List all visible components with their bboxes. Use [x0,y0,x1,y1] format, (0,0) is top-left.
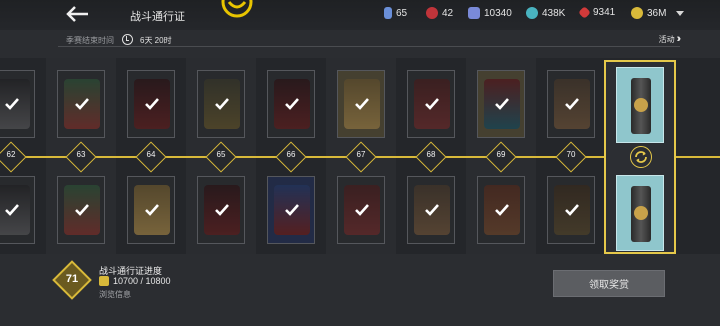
currency-value: 438K [542,7,566,19]
checkmark-icon [565,98,579,110]
red-token-icon [426,7,438,19]
current-level-column[interactable] [604,60,676,254]
reward-card[interactable] [337,176,385,244]
level-label: 64 [146,150,156,159]
checkmark-icon [5,98,19,110]
ticket-icon [468,7,480,19]
checkmark-icon [285,204,299,216]
level-label: 66 [286,150,296,159]
gold-coin-icon [631,7,643,19]
level-label: 65 [216,150,226,159]
canister-icon [631,186,651,242]
checkmark-icon [75,98,89,110]
currency-value: 42 [442,7,454,19]
cycle-icon [630,146,652,168]
currency-value: 10340 [484,7,512,19]
teal-coin-icon [526,7,538,19]
claim-reward-button[interactable]: 领取奖赏 [553,270,665,297]
reward-card[interactable] [547,176,595,244]
dropdown-arrow-icon[interactable] [676,11,684,16]
back-arrow-icon[interactable] [64,5,90,23]
progress-row: 10700 / 10800 [99,276,171,286]
reward-card[interactable] [127,176,175,244]
reward-card-current[interactable] [616,67,664,143]
progress-value: 10700 / 10800 [113,276,171,286]
checkmark-icon [285,98,299,110]
checkmark-icon [145,98,159,110]
browse-info-link[interactable]: 浏览信息 [99,289,131,300]
currency-value: 36M [647,7,667,19]
red-gem-icon [578,6,591,19]
current-level: 71 [65,273,79,285]
checkmark-icon [495,98,509,110]
currency-red-token: 42 [426,7,453,19]
credit-icon [384,7,392,19]
checkmark-icon [75,204,89,216]
reward-card[interactable] [337,70,385,138]
currency-credit: 65 [384,7,407,19]
top-bar: 战斗通行证 65 42 10340 438K 9341 36M [0,0,720,30]
checkmark-icon [495,204,509,216]
reward-card[interactable] [407,176,455,244]
checkmark-icon [215,204,229,216]
reward-card[interactable] [127,70,175,138]
currency-red-gem: 9341 [578,6,616,19]
currency-ticket: 10340 [468,7,512,19]
reward-card[interactable] [267,70,315,138]
double-chevron-right-icon: ›› [676,33,682,45]
checkmark-icon [145,204,159,216]
level-label: 68 [426,150,436,159]
checkmark-icon [565,204,579,216]
level-label: 67 [356,150,366,159]
reward-card[interactable] [407,70,455,138]
reward-card[interactable] [197,70,245,138]
xp-icon [99,276,109,286]
currency-value: 9341 [593,7,616,18]
reward-card-current[interactable] [616,175,664,251]
reward-card[interactable] [547,70,595,138]
reward-card[interactable] [267,176,315,244]
reward-card[interactable] [0,176,35,244]
activity-link[interactable]: 活动 ›› [658,33,682,45]
emblem-icon [221,0,253,18]
season-end-label: 季赛结束时间 [66,36,114,45]
season-bar: 季赛结束时间 6天 20时 活动 ›› [58,33,682,47]
checkmark-icon [5,204,19,216]
level-label: 62 [6,150,16,159]
level-label: 69 [496,150,506,159]
reward-card[interactable] [57,70,105,138]
reward-card[interactable] [57,176,105,244]
reward-card[interactable] [0,70,35,138]
reward-card[interactable] [197,176,245,244]
checkmark-icon [355,98,369,110]
checkmark-icon [215,98,229,110]
clock-icon [122,34,133,45]
level-label: 70 [566,150,576,159]
checkmark-icon [425,204,439,216]
activity-label: 活动 [658,34,675,44]
season-remaining-time: 6天 20时 [140,36,172,45]
reward-card[interactable] [477,176,525,244]
level-label: 63 [76,150,86,159]
currency-value: 65 [396,7,408,19]
currency-teal-coin: 438K [526,7,565,19]
canister-icon [631,78,651,134]
page-title: 战斗通行证 [130,11,185,23]
checkmark-icon [355,204,369,216]
currency-gold-coin: 36M [631,7,666,19]
reward-card[interactable] [477,70,525,138]
checkmark-icon [425,98,439,110]
